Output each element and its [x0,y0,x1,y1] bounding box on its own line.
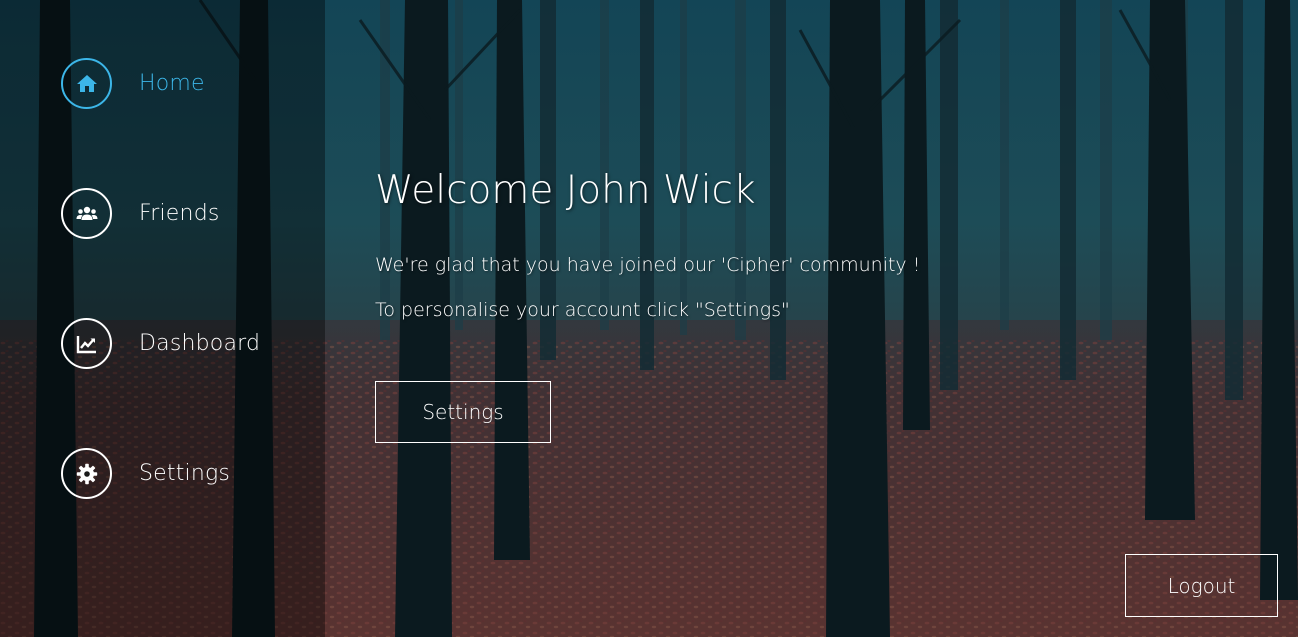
home-icon-circle [61,58,112,109]
app-screen: Home Friends Dashboard Settings Welcome … [0,0,1298,637]
welcome-panel: Welcome John Wick We're glad that you ha… [375,168,920,443]
sidebar-item-dashboard[interactable]: Dashboard [61,318,260,369]
chart-icon [76,335,96,353]
chart-icon-circle [61,318,112,369]
settings-hint: To personalise your account click "Setti… [375,299,790,321]
gear-icon [76,463,97,484]
sidebar-item-label: Friends [139,201,220,226]
users-icon-circle [61,188,112,239]
home-icon [76,74,97,92]
sidebar-item-label: Settings [139,461,231,486]
sidebar-item-friends[interactable]: Friends [61,188,220,239]
sidebar: Home Friends Dashboard Settings [0,0,325,637]
welcome-message: We're glad that you have joined our 'Cip… [375,254,921,276]
sidebar-item-home[interactable]: Home [61,58,205,109]
users-icon [76,206,97,220]
settings-button[interactable]: Settings [375,381,551,443]
sidebar-item-settings[interactable]: Settings [61,448,230,499]
gear-icon-circle [61,448,112,499]
welcome-heading: Welcome John Wick [375,168,756,213]
sidebar-item-label: Dashboard [139,331,261,356]
logout-button[interactable]: Logout [1125,554,1278,617]
sidebar-item-label: Home [139,71,205,96]
